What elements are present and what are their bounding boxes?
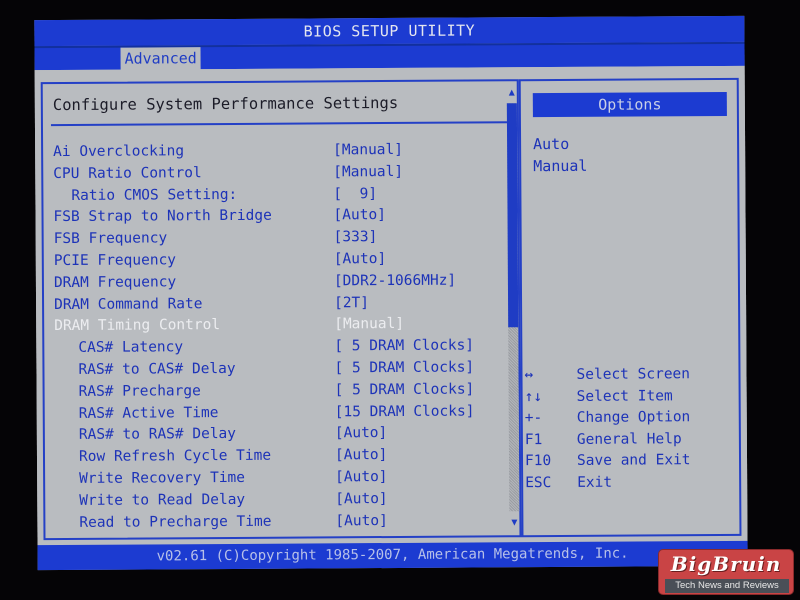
settings-list: Ai Overclocking [Manual] CPU Ratio Control… xyxy=(53,141,505,536)
setting-row[interactable]: Write to Read Delay [Auto] xyxy=(55,490,505,515)
setting-row[interactable]: Row Refresh Cycle Time [Auto] xyxy=(55,446,505,471)
section-title: Configure System Performance Settings xyxy=(52,93,399,115)
setting-value[interactable]: [ 5 DRAM Clocks] xyxy=(335,381,475,398)
setting-value[interactable]: [Auto] xyxy=(334,251,386,267)
setting-value[interactable]: [ 9] xyxy=(333,186,377,202)
setting-row[interactable]: DRAM Frequency [DDR2-1066MHz] xyxy=(54,272,504,297)
setting-label: Read to Precharge Time xyxy=(79,513,272,531)
setting-row[interactable]: Write Recovery Time [Auto] xyxy=(55,468,505,493)
help-key: ↑↓ xyxy=(524,388,543,405)
setting-value[interactable]: [Auto] xyxy=(335,513,387,529)
setting-row[interactable]: Read to Precharge Time [Auto] xyxy=(55,512,505,537)
help-description: Change Option xyxy=(576,409,691,426)
help-row: +- Change Option xyxy=(525,409,735,432)
help-description: Exit xyxy=(577,474,613,491)
copyright-footer: v02.61 (C)Copyright 1985-2007, American … xyxy=(37,540,748,571)
content-area: Configure System Performance Settings Ai… xyxy=(34,65,748,546)
help-key: ↔ xyxy=(524,367,534,384)
setting-value[interactable]: [DDR2-1066MHz] xyxy=(334,272,456,289)
help-description: General Help xyxy=(576,430,682,448)
setting-value[interactable]: [Manual] xyxy=(334,316,404,332)
setting-row[interactable]: DRAM Timing Control [Manual] xyxy=(54,316,504,341)
tab-advanced[interactable]: Advanced xyxy=(120,47,201,72)
setting-value[interactable]: [Manual] xyxy=(333,164,403,180)
setting-value[interactable]: [Manual] xyxy=(333,142,403,158)
setting-label: FSB Frequency xyxy=(53,230,168,248)
setting-label: RAS# to RAS# Delay xyxy=(78,426,237,444)
option-item[interactable]: Manual xyxy=(533,157,587,179)
help-key: ESC xyxy=(525,474,552,491)
help-row: ↑↓ Select Item xyxy=(525,387,735,410)
options-header: Options xyxy=(532,91,727,118)
setting-label: Write to Read Delay xyxy=(79,491,246,509)
scroll-track[interactable] xyxy=(506,103,520,512)
help-description: Select Screen xyxy=(576,366,691,383)
scroll-up-arrow-icon[interactable]: ▲ xyxy=(506,87,518,99)
setting-row[interactable]: DRAM Command Rate [2T] xyxy=(54,294,504,319)
scroll-thumb[interactable] xyxy=(506,103,519,328)
setting-row[interactable]: RAS# to CAS# Delay [ 5 DRAM Clocks] xyxy=(54,359,504,384)
setting-row[interactable]: PCIE Frequency [Auto] xyxy=(54,250,504,275)
setting-label: DRAM Command Rate xyxy=(54,295,203,313)
setting-value[interactable]: [Auto] xyxy=(335,447,387,463)
setting-value[interactable]: [Auto] xyxy=(335,425,387,441)
setting-row[interactable]: FSB Frequency [333] xyxy=(54,228,504,253)
bios-screen: BIOS SETUP UTILITY Advanced Configure Sy… xyxy=(34,15,748,571)
setting-label: Ai Overclocking xyxy=(53,143,185,161)
setting-label: CAS# Latency xyxy=(78,339,184,357)
scroll-down-arrow-icon[interactable]: ▼ xyxy=(508,517,520,529)
setting-value[interactable]: [Auto] xyxy=(335,491,387,507)
setting-value[interactable]: [Auto] xyxy=(335,469,387,485)
setting-label: CPU Ratio Control xyxy=(53,164,202,182)
section-divider xyxy=(50,121,511,127)
help-row: F1 General Help xyxy=(525,430,735,453)
setting-value[interactable]: [333] xyxy=(334,229,378,245)
help-key: F10 xyxy=(524,453,552,470)
setting-label: RAS# Precharge xyxy=(78,382,201,400)
setting-label: DRAM Timing Control xyxy=(54,317,221,335)
help-key: F1 xyxy=(524,431,543,448)
setting-label: FSB Strap to North Bridge xyxy=(53,208,272,226)
setting-value[interactable]: [Auto] xyxy=(333,207,385,223)
setting-row[interactable]: RAS# to RAS# Delay [Auto] xyxy=(55,425,505,450)
setting-label: Write Recovery Time xyxy=(79,469,246,487)
help-description: Select Item xyxy=(576,387,673,405)
setting-value[interactable]: [ 5 DRAM Clocks] xyxy=(334,338,474,355)
setting-label: PCIE Frequency xyxy=(53,252,177,270)
key-help-list: ↔ Select Screen ↑↓ Select Item +- Change Opti… xyxy=(524,366,735,496)
setting-row[interactable]: Ratio CMOS Setting: [ 9] xyxy=(53,185,503,210)
setting-value[interactable]: [2T] xyxy=(334,295,369,311)
help-row: ESC Exit xyxy=(525,473,735,496)
setting-value[interactable]: [ 5 DRAM Clocks] xyxy=(334,359,474,376)
setting-row[interactable]: RAS# Active Time [15 DRAM Clocks] xyxy=(55,403,505,428)
bigbruin-watermark-logo: BigBruin Tech News and Reviews xyxy=(658,549,794,595)
options-list: Auto Manual xyxy=(533,135,587,179)
setting-label: DRAM Frequency xyxy=(53,274,177,291)
setting-row[interactable]: FSB Strap to North Bridge [Auto] xyxy=(53,207,503,232)
help-row: ↔ Select Screen xyxy=(524,366,734,389)
watermark-title: BigBruin xyxy=(670,552,782,576)
help-description: Save and Exit xyxy=(576,452,691,469)
setting-row[interactable]: CPU Ratio Control [Manual] xyxy=(53,163,503,188)
setting-label: Ratio CMOS Setting: xyxy=(71,186,238,204)
setting-label: RAS# to CAS# Delay xyxy=(78,360,236,378)
setting-label: Row Refresh Cycle Time xyxy=(78,447,272,466)
option-item[interactable]: Auto xyxy=(533,135,587,157)
setting-row[interactable]: CAS# Latency [ 5 DRAM Clocks] xyxy=(54,337,504,362)
help-row: F10 Save and Exit xyxy=(525,452,735,475)
watermark-subtitle: Tech News and Reviews xyxy=(665,579,789,593)
help-panel: Options Auto Manual ↔ Select Screen ↑↓ Selec… xyxy=(518,77,742,538)
setting-row[interactable]: Ai Overclocking [Manual] xyxy=(53,141,503,166)
setting-value[interactable]: [15 DRAM Clocks] xyxy=(335,403,475,420)
settings-panel: Configure System Performance Settings Ai… xyxy=(40,79,522,541)
setting-label: RAS# Active Time xyxy=(78,404,219,422)
setting-row[interactable]: RAS# Precharge [ 5 DRAM Clocks] xyxy=(55,381,505,406)
help-key: +- xyxy=(524,410,543,427)
